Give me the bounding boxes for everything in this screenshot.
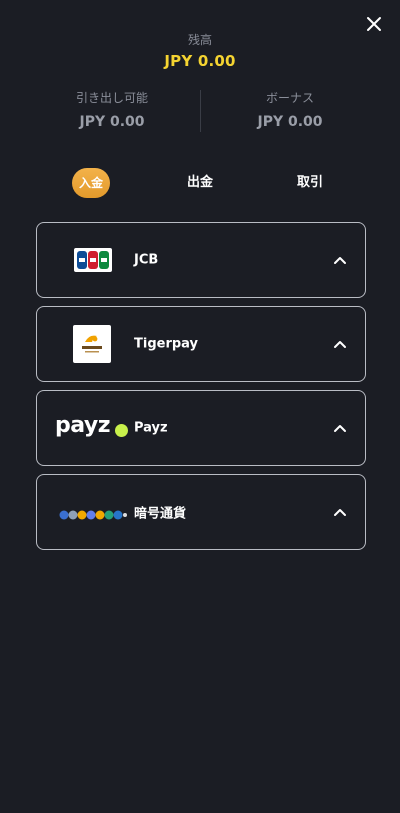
chevron-up-icon[interactable] [333, 339, 347, 349]
chevron-up-icon[interactable] [333, 507, 347, 517]
close-icon[interactable] [364, 14, 384, 34]
withdrawable-section: 引き出し可能 JPY 0.00 [12, 90, 212, 130]
payment-method-jcb[interactable]: JCB [36, 222, 366, 298]
wallet-screen: 残高 JPY 0.00 引き出し可能 JPY 0.00 ボーナス JPY 0.0… [0, 0, 400, 813]
jcb-logo [74, 248, 112, 272]
balance-value: JPY 0.00 [164, 52, 236, 70]
tigerpay-logo [73, 325, 111, 363]
payment-method-name: JCB [134, 252, 159, 268]
payment-method-crypto[interactable]: 暗号通貨 [36, 474, 366, 550]
payment-method-name: Payz [134, 420, 168, 436]
tab-withdraw[interactable]: 出金 [176, 166, 224, 200]
chevron-up-icon[interactable] [333, 255, 347, 265]
withdrawable-label: 引き出し可能 [75, 91, 148, 105]
payment-method-name: Tigerpay [134, 336, 199, 352]
payment-methods-list: JCB Tigerpay payz Payz 暗号通貨 [36, 222, 366, 558]
wallet-tabs: 入金 出金 取引 [0, 166, 400, 200]
bonus-label: ボーナス [265, 91, 314, 105]
chevron-up-icon[interactable] [333, 423, 347, 433]
payz-logo: payz [55, 413, 129, 441]
bonus-section: ボーナス JPY 0.00 [190, 90, 390, 130]
tab-deposit[interactable]: 入金 [72, 168, 110, 198]
payment-method-name: 暗号通貨 [134, 506, 187, 522]
bonus-value: JPY 0.00 [257, 114, 323, 130]
payz-logo-text: payz [55, 413, 111, 438]
sub-balances: 引き出し可能 JPY 0.00 ボーナス JPY 0.00 [0, 90, 400, 132]
tab-transactions[interactable]: 取引 [286, 166, 334, 200]
payz-logo-dot [115, 424, 128, 437]
payment-method-tigerpay[interactable]: Tigerpay [36, 306, 366, 382]
crypto-coins-logo [59, 506, 127, 520]
payment-method-payz[interactable]: payz Payz [36, 390, 366, 466]
balance-section: 残高 JPY 0.00 [0, 32, 400, 70]
withdrawable-value: JPY 0.00 [79, 114, 145, 130]
balance-label: 残高 [187, 33, 212, 47]
